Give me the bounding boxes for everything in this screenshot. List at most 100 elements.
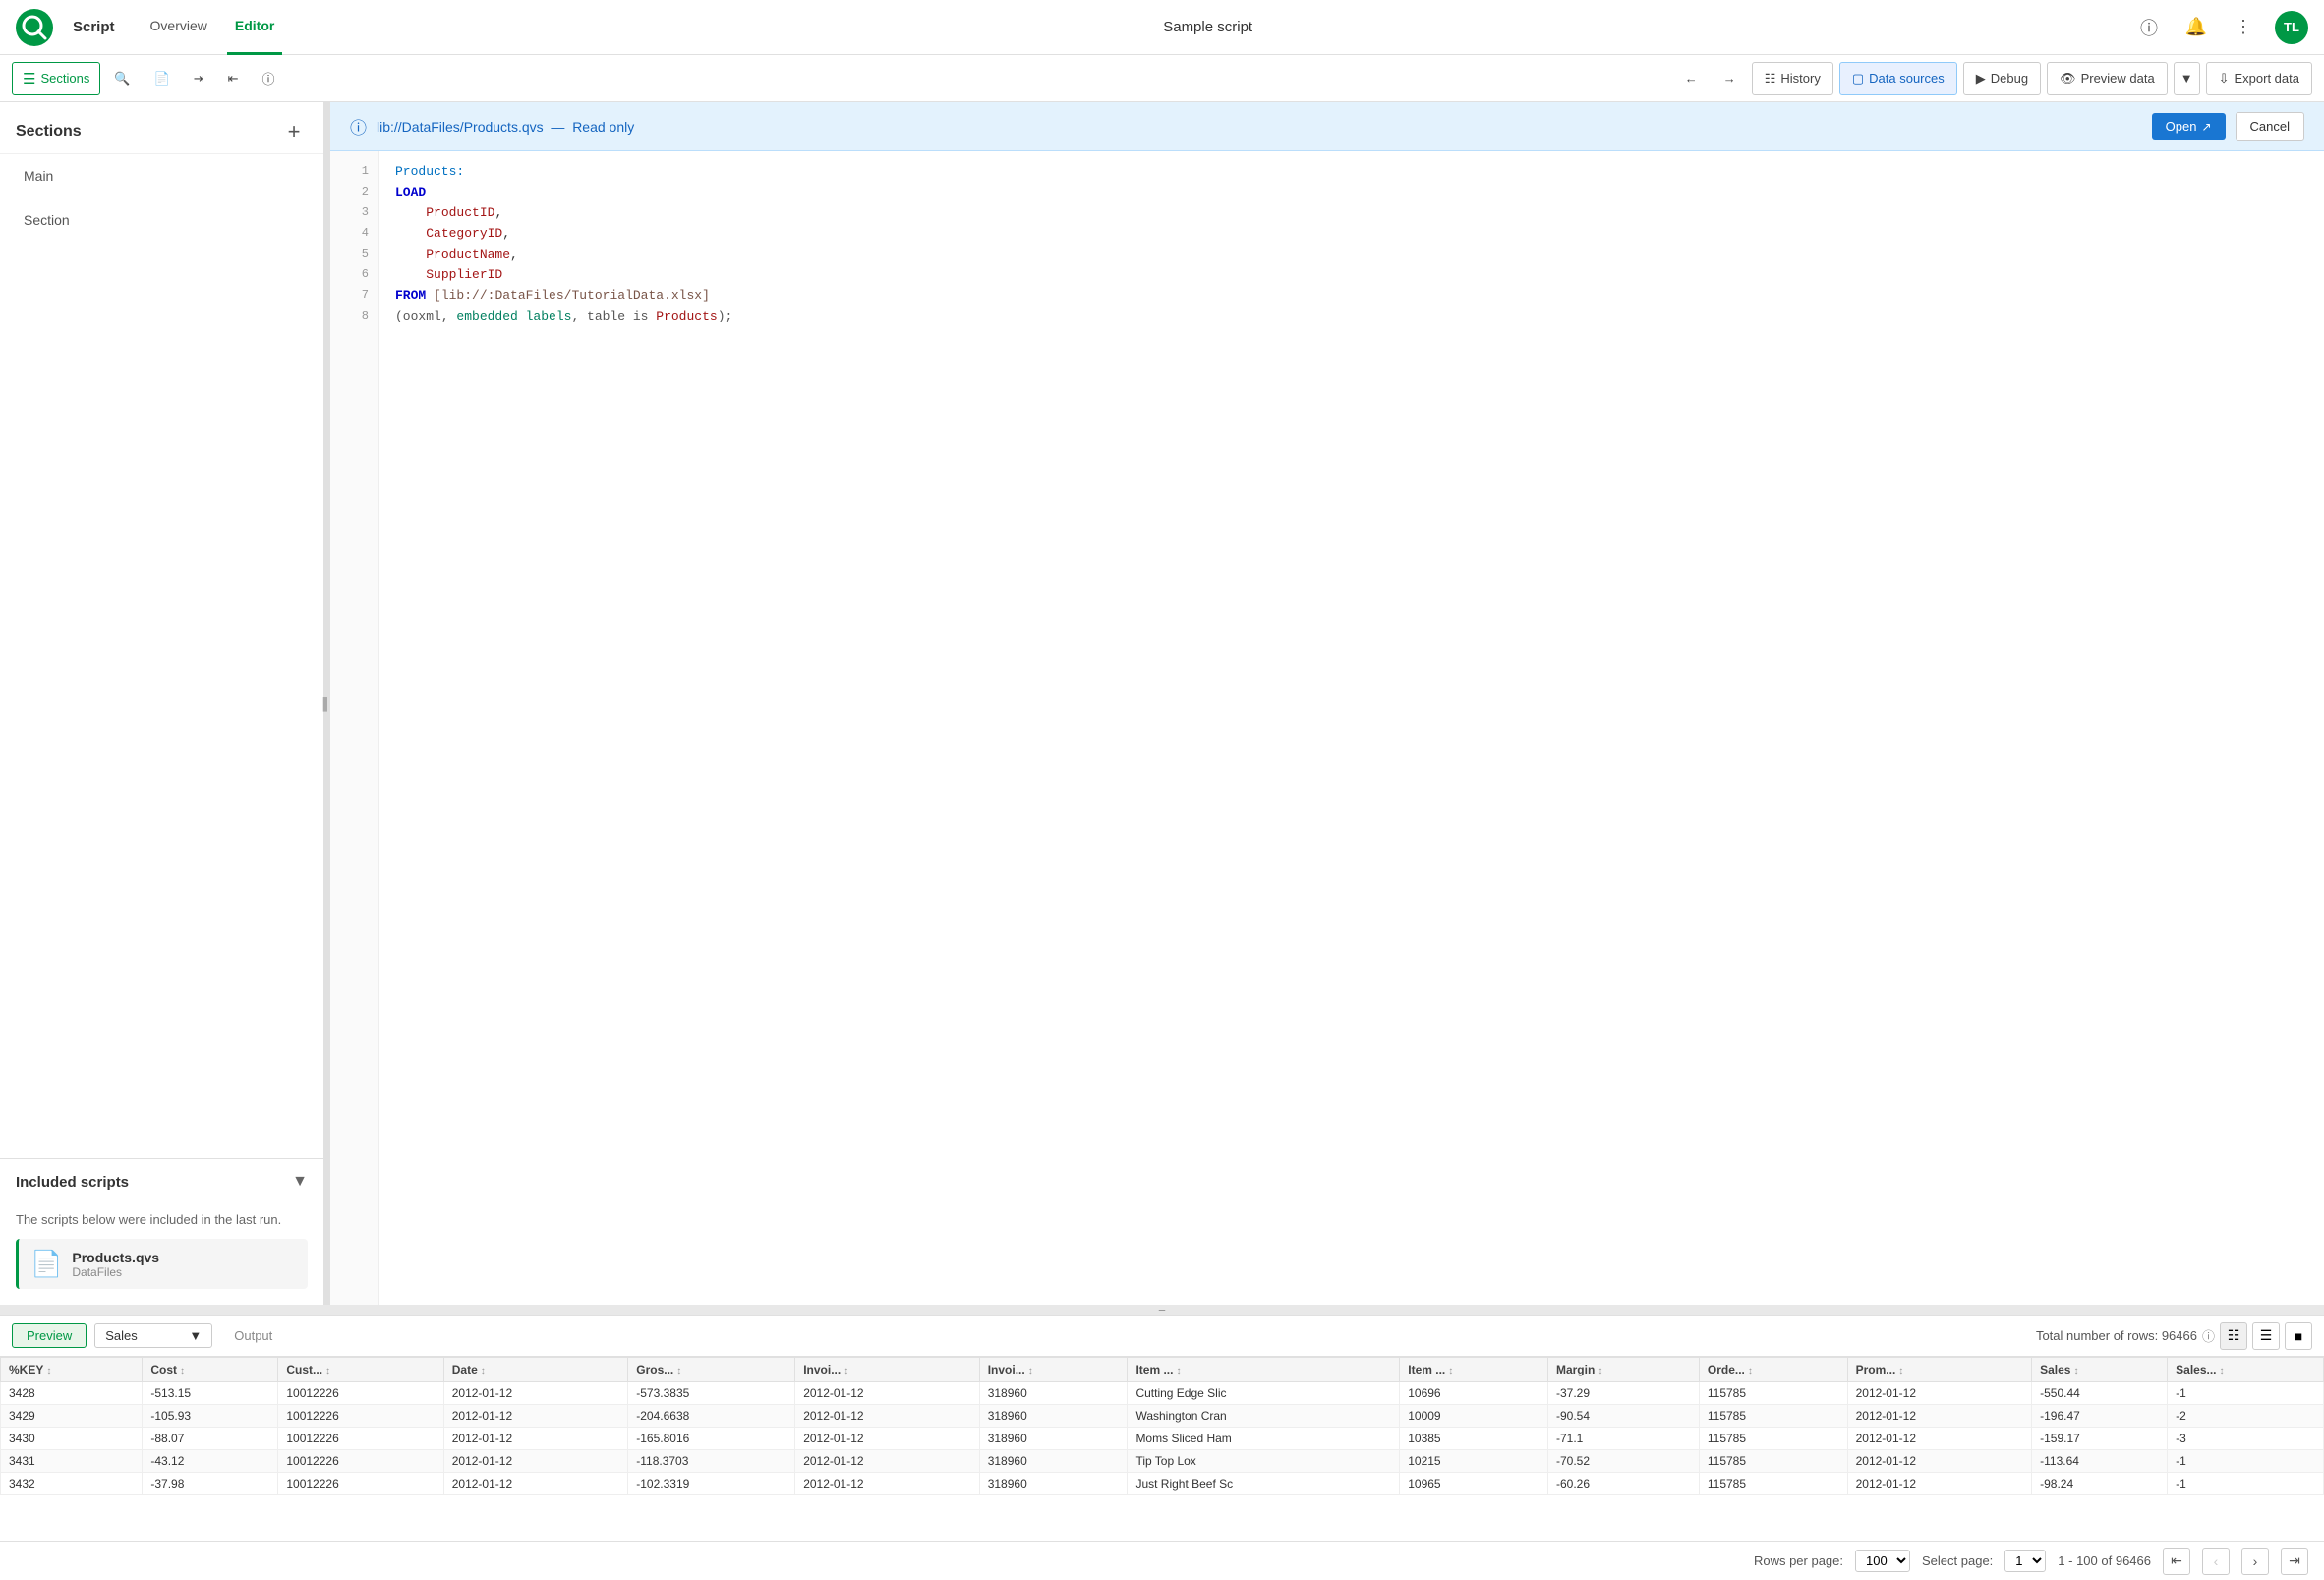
select-page-select[interactable]: 1 2 3 [2004, 1550, 2046, 1572]
search-button[interactable]: 🔍 [104, 62, 140, 95]
user-avatar[interactable]: TL [2275, 11, 2308, 44]
output-button[interactable]: Output [220, 1324, 286, 1347]
redo-button[interactable]: → [1714, 62, 1746, 95]
next-page-button[interactable]: › [2241, 1548, 2269, 1575]
chevron-down-icon: ▼ [292, 1173, 308, 1191]
table-cell: 10965 [1400, 1473, 1548, 1495]
table-column-header[interactable]: Orde...↕ [1699, 1358, 1847, 1382]
table-cell: 10215 [1400, 1450, 1548, 1473]
preview-panel: Preview Sales ▼ Output Total number of r… [0, 1315, 2324, 1541]
table-cell: -3 [2168, 1428, 2324, 1450]
data-sources-button[interactable]: ▢ Data sources [1839, 62, 1957, 95]
table-cell: 2012-01-12 [1847, 1382, 2032, 1405]
table-column-header[interactable]: Sales...↕ [2168, 1358, 2324, 1382]
tab-editor[interactable]: Editor [227, 0, 282, 55]
table-row[interactable]: 3431-43.12100122262012-01-12-118.3703201… [1, 1450, 2324, 1473]
grid-view-3-button[interactable]: ■ [2285, 1322, 2312, 1350]
rows-per-page-select[interactable]: 100 50 200 [1855, 1550, 1910, 1572]
table-cell: Just Right Beef Sc [1128, 1473, 1400, 1495]
table-cell: -118.3703 [628, 1450, 795, 1473]
table-cell: 2012-01-12 [1847, 1428, 2032, 1450]
code-content[interactable]: Products: LOAD ProductID, CategoryID, Pr… [379, 151, 2324, 1305]
table-column-header[interactable]: Prom...↕ [1847, 1358, 2032, 1382]
grid-view-2-button[interactable]: ☰ [2252, 1322, 2280, 1350]
table-cell: 2012-01-12 [795, 1428, 980, 1450]
select-page-label: Select page: [1922, 1553, 1993, 1568]
readonly-cancel-button[interactable]: Cancel [2236, 112, 2304, 141]
table-column-header[interactable]: Invoi...↕ [979, 1358, 1128, 1382]
table-cell: 10012226 [278, 1428, 443, 1450]
table-cell: -196.47 [2032, 1405, 2168, 1428]
table-row[interactable]: 3432-37.98100122262012-01-12-102.3319201… [1, 1473, 2324, 1495]
table-column-header[interactable]: Gros...↕ [628, 1358, 795, 1382]
table-column-header[interactable]: %KEY↕ [1, 1358, 143, 1382]
preview-button[interactable]: Preview [12, 1323, 87, 1348]
script-file-item[interactable]: 📄 Products.qvs DataFiles [16, 1239, 308, 1289]
export-data-button[interactable]: ⇩ Export data [2206, 62, 2312, 95]
outdent-button[interactable]: ⇤ [218, 62, 249, 95]
table-cell: 2012-01-12 [1847, 1405, 2032, 1428]
table-cell: 2012-01-12 [1847, 1473, 2032, 1495]
readonly-banner: ⓘ lib://DataFiles/Products.qvs — Read on… [330, 102, 2324, 151]
last-page-button[interactable]: ⇥ [2281, 1548, 2308, 1575]
grid-icon-button[interactable]: ⋮ [2228, 12, 2259, 43]
table-column-header[interactable]: Sales↕ [2032, 1358, 2168, 1382]
preview-data-button[interactable]: 👁 Preview data [2047, 62, 2168, 95]
preview-toolbar: Preview Sales ▼ Output Total number of r… [0, 1316, 2324, 1357]
included-scripts-header[interactable]: Included scripts ▼ [0, 1159, 323, 1204]
table-cell: Washington Cran [1128, 1405, 1400, 1428]
table-dropdown[interactable]: Sales ▼ [94, 1323, 212, 1348]
table-column-header[interactable]: Date↕ [443, 1358, 628, 1382]
debug-button[interactable]: ▶ Debug [1963, 62, 2041, 95]
table-cell: -90.54 [1547, 1405, 1699, 1428]
table-cell: 318960 [979, 1428, 1128, 1450]
table-row[interactable]: 3430-88.07100122262012-01-12-165.8016201… [1, 1428, 2324, 1450]
table-cell: 10385 [1400, 1428, 1548, 1450]
table-column-header[interactable]: Cust...↕ [278, 1358, 443, 1382]
table-cell: -1 [2168, 1450, 2324, 1473]
preview-data-dropdown[interactable]: ▼ [2174, 62, 2200, 95]
sidebar-item-section[interactable]: Section [0, 199, 323, 243]
table-cell: 115785 [1699, 1428, 1847, 1450]
table-column-header[interactable]: Item ...↕ [1400, 1358, 1548, 1382]
sidebar-item-main[interactable]: Main [0, 154, 323, 199]
table-cell: 3431 [1, 1450, 143, 1473]
table-cell: 115785 [1699, 1405, 1847, 1428]
table-cell: 3429 [1, 1405, 143, 1428]
readonly-open-button[interactable]: Open ↗ [2152, 113, 2226, 140]
help-button[interactable]: ⓘ [253, 62, 285, 95]
line-numbers: 1 2 3 4 5 6 7 8 [330, 151, 379, 1305]
table-column-header[interactable]: Margin↕ [1547, 1358, 1699, 1382]
outdent-icon: ⇤ [228, 71, 239, 87]
table-cell: 3432 [1, 1473, 143, 1495]
notifications-icon-button[interactable]: 🔔 [2180, 12, 2212, 43]
included-scripts-body: The scripts below were included in the l… [0, 1204, 323, 1305]
indent-button[interactable]: ⇥ [184, 62, 214, 95]
search-icon: 🔍 [114, 71, 130, 87]
sections-button[interactable]: ☰ Sections [12, 62, 100, 95]
table-cell: 318960 [979, 1405, 1128, 1428]
table-row[interactable]: 3428-513.15100122262012-01-12-573.383520… [1, 1382, 2324, 1405]
help-icon: ⓘ [262, 69, 275, 88]
grid-view-1-button[interactable]: ☷ [2220, 1322, 2247, 1350]
table-row[interactable]: 3429-105.93100122262012-01-12-204.663820… [1, 1405, 2324, 1428]
snippet-button[interactable]: 📄 [145, 62, 180, 95]
script-file-name: Products.qvs [72, 1250, 159, 1265]
undo-button[interactable]: ← [1675, 62, 1708, 95]
add-section-button[interactable]: + [280, 118, 308, 146]
table-column-header[interactable]: Invoi...↕ [795, 1358, 980, 1382]
bottom-resize-handle[interactable]: ⎯ [0, 1305, 2324, 1315]
editor-area: ⓘ lib://DataFiles/Products.qvs — Read on… [330, 102, 2324, 1305]
history-icon: ☷ [1765, 71, 1776, 87]
qlik-logo [16, 9, 53, 46]
help-icon-button[interactable]: ⓘ [2133, 12, 2165, 43]
table-column-header[interactable]: Item ...↕ [1128, 1358, 1400, 1382]
first-page-button[interactable]: ⇤ [2163, 1548, 2190, 1575]
data-table-wrapper[interactable]: %KEY↕Cost↕Cust...↕Date↕Gros...↕Invoi...↕… [0, 1357, 2324, 1541]
history-button[interactable]: ☷ History [1752, 62, 1833, 95]
tab-overview[interactable]: Overview [143, 0, 215, 55]
prev-page-button[interactable]: ‹ [2202, 1548, 2230, 1575]
code-editor[interactable]: 1 2 3 4 5 6 7 8 Products: LOAD ProductID… [330, 151, 2324, 1305]
debug-icon: ▶ [1976, 71, 1986, 87]
table-column-header[interactable]: Cost↕ [143, 1358, 278, 1382]
